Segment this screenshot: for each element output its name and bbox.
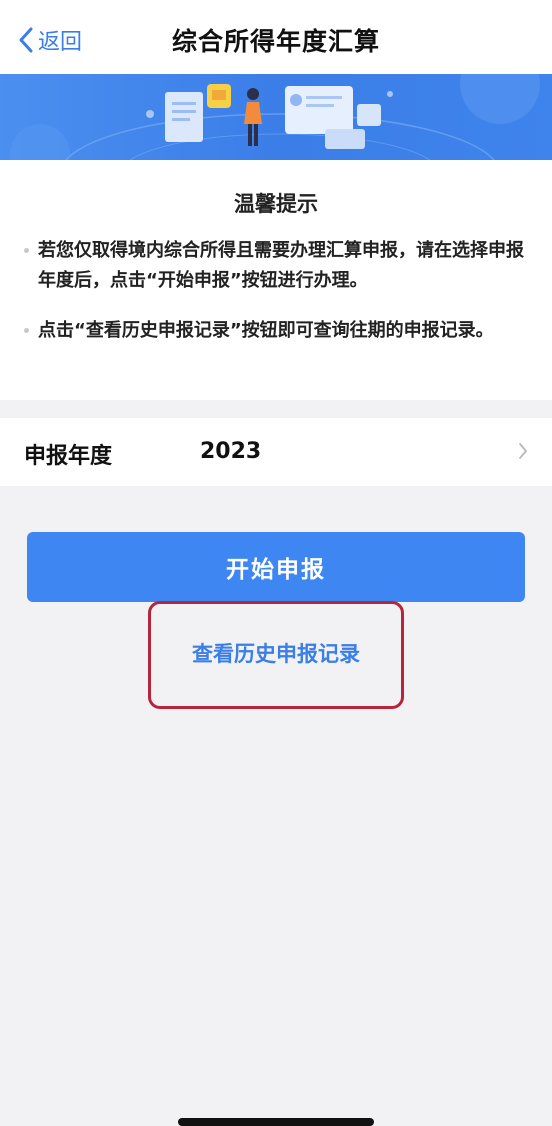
- nav-bar: 返回 综合所得年度汇算: [0, 0, 552, 76]
- year-selector-row[interactable]: 申报年度 2023: [0, 418, 552, 486]
- home-indicator: [178, 1118, 374, 1126]
- tips-title: 温馨提示: [234, 192, 318, 216]
- tip-item: 点击“查看历史申报记录”按钮即可查询往期的申报记录。: [38, 320, 494, 341]
- tip-item: 若您仅取得境内综合所得且需要办理汇算申报，请在选择申报年度后，点击“开始申报”按…: [38, 240, 524, 291]
- year-value: 2023: [200, 439, 262, 464]
- bullet-dot: [24, 328, 29, 333]
- tips-card: 温馨提示 若您仅取得境内综合所得且需要办理汇算申报，请在选择申报年度后，点击“开…: [0, 160, 552, 400]
- chevron-right-icon: [519, 443, 527, 459]
- page-title: 综合所得年度汇算: [171, 27, 380, 56]
- bullet-dot: [24, 248, 29, 253]
- start-declaration-button[interactable]: 开始申报: [27, 532, 525, 602]
- view-history-button[interactable]: 查看历史申报记录: [0, 638, 552, 668]
- banner-illustration: [0, 74, 552, 160]
- year-label: 申报年度: [24, 444, 113, 469]
